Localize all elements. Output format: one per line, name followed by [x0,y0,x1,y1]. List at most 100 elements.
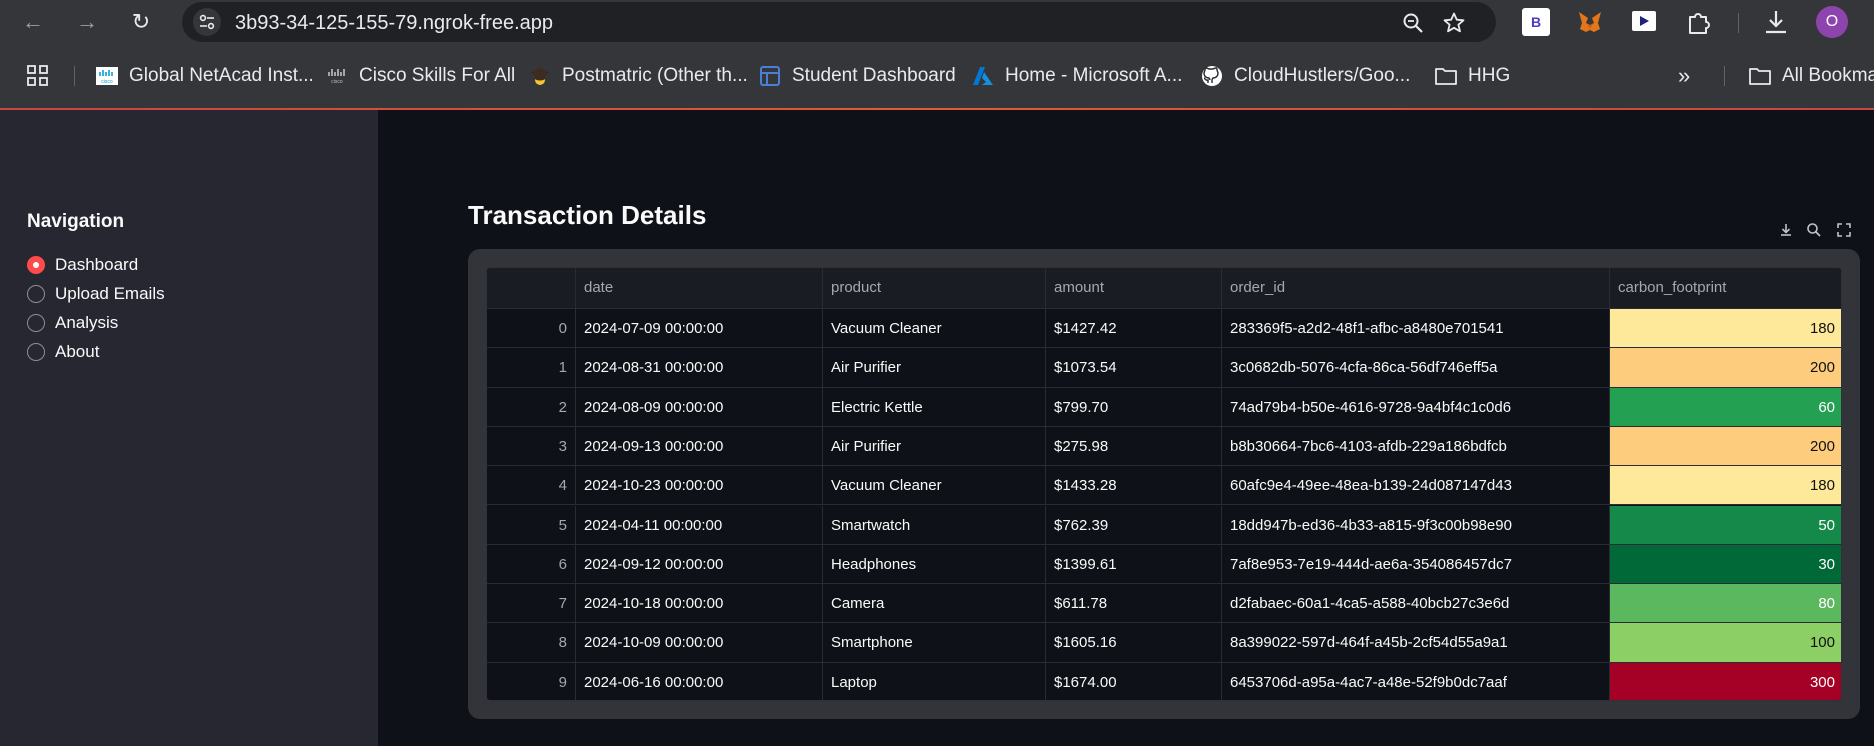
cell-date[interactable]: 2024-09-12 00:00:00 [576,544,823,584]
cell-carbon-footprint[interactable]: 80 [1610,584,1841,623]
zoom-icon[interactable] [1401,11,1425,35]
bookmarks-overflow-button[interactable]: » [1678,63,1690,88]
cell-date[interactable]: 2024-08-09 00:00:00 [576,387,823,426]
table-row[interactable]: 7 2024-10-18 00:00:00 Camera $611.78 d2fabae… [487,584,1841,624]
cell-product[interactable]: Headphones [823,544,1046,584]
cell-order-id[interactable]: 8a399022-597d-464f-a45b-2cf54d55a9a1 [1222,623,1610,662]
cell-product[interactable]: Electric Kettle [823,387,1046,426]
download-icon[interactable] [1762,8,1790,36]
bookmark-item[interactable]: Home - Microsoft A... [971,64,1182,88]
cell-product[interactable]: Camera [823,584,1046,623]
column-header-carbon-footprint[interactable]: carbon_footprint [1610,268,1841,308]
bookmark-item[interactable]: Postmatric (Other th... [528,64,748,88]
column-header-order-id[interactable]: order_id [1222,268,1610,308]
search-table-icon[interactable] [1804,220,1824,240]
cell-product[interactable]: Smartphone [823,623,1046,662]
all-bookmarks-button[interactable]: All Bookmarks [1748,64,1874,88]
cell-order-id[interactable]: 18dd947b-ed36-4b33-a815-9f3c00b98e90 [1222,505,1610,544]
table-row[interactable]: 8 2024-10-09 00:00:00 Smartphone $1605.16 8a… [487,623,1841,663]
cell-carbon-footprint[interactable]: 300 [1610,662,1841,700]
apps-grid-icon[interactable] [26,64,50,88]
radio-unselected-icon[interactable] [27,285,45,303]
cell-date[interactable]: 2024-10-18 00:00:00 [576,584,823,623]
cell-order-id[interactable]: 3c0682db-5076-4cfa-86ca-56df746eff5a [1222,348,1610,387]
cell-index[interactable]: 1 [487,348,576,387]
column-header-date[interactable]: date [576,268,823,308]
cell-date[interactable]: 2024-09-13 00:00:00 [576,426,823,466]
cell-index[interactable]: 5 [487,505,576,544]
cell-order-id[interactable]: 283369f5-a2d2-48f1-afbc-a8480e701541 [1222,309,1610,348]
table-row[interactable]: 3 2024-09-13 00:00:00 Air Purifier $275.98 b… [487,426,1841,467]
table-row[interactable]: 1 2024-08-31 00:00:00 Air Purifier $1073.54… [487,348,1841,388]
table-row[interactable]: 2 2024-08-09 00:00:00 Electric Kettle $799.… [487,387,1841,427]
column-header-product[interactable]: product [823,268,1046,308]
nav-radio-analysis[interactable]: Analysis [27,310,118,336]
transactions-table[interactable]: date product amount order_id carbon_foot… [486,267,1842,701]
back-button[interactable]: ← [18,7,48,37]
cell-order-id[interactable]: d2fabaec-60a1-4ca5-a588-40bcb27c3e6d [1222,584,1610,623]
download-table-icon[interactable] [1776,220,1796,240]
cell-order-id[interactable]: 7af8e953-7e19-444d-ae6a-354086457dc7 [1222,544,1610,584]
cell-index[interactable]: 9 [487,662,576,700]
column-header-amount[interactable]: amount [1046,268,1222,308]
radio-unselected-icon[interactable] [27,314,45,332]
cell-amount[interactable]: $1674.00 [1046,662,1222,700]
cell-carbon-footprint[interactable]: 100 [1610,623,1841,662]
bookmark-item[interactable]: Student Dashboard [758,64,956,88]
cell-amount[interactable]: $1399.61 [1046,544,1222,584]
cell-amount[interactable]: $1073.54 [1046,348,1222,387]
extensions-puzzle-icon[interactable] [1685,8,1713,36]
bookmark-item[interactable]: HHG [1434,64,1510,88]
fullscreen-icon[interactable] [1834,220,1854,240]
cell-carbon-footprint[interactable]: 180 [1610,309,1841,348]
cell-date[interactable]: 2024-04-11 00:00:00 [576,505,823,544]
metamask-icon[interactable] [1576,8,1604,36]
cell-amount[interactable]: $1433.28 [1046,466,1222,505]
cell-amount[interactable]: $611.78 [1046,584,1222,623]
cell-date[interactable]: 2024-07-09 00:00:00 [576,309,823,348]
cell-carbon-footprint[interactable]: 180 [1610,466,1841,505]
radio-unselected-icon[interactable] [27,343,45,361]
cell-carbon-footprint[interactable]: 60 [1610,387,1841,426]
cell-date[interactable]: 2024-10-23 00:00:00 [576,466,823,505]
bookmark-item[interactable]: cisco Cisco Skills For All [325,64,515,88]
cell-index[interactable]: 2 [487,387,576,426]
column-header-index[interactable] [487,268,576,308]
cell-amount[interactable]: $762.39 [1046,505,1222,544]
extension-b-icon[interactable]: B [1522,8,1550,36]
cell-amount[interactable]: $275.98 [1046,426,1222,466]
cell-index[interactable]: 6 [487,544,576,584]
cell-order-id[interactable]: b8b30664-7bc6-4103-afdb-229a186bdfcb [1222,426,1610,466]
cell-date[interactable]: 2024-06-16 00:00:00 [576,662,823,700]
reload-button[interactable]: ↻ [126,7,156,37]
cell-index[interactable]: 3 [487,426,576,466]
cell-amount[interactable]: $1605.16 [1046,623,1222,662]
cell-order-id[interactable]: 6453706d-a95a-4ac7-a48e-52f9b0dc7aaf [1222,662,1610,700]
cell-amount[interactable]: $1427.42 [1046,309,1222,348]
cell-product[interactable]: Vacuum Cleaner [823,466,1046,505]
table-row[interactable]: 9 2024-06-16 00:00:00 Laptop $1674.00 645370… [487,662,1841,700]
cell-carbon-footprint[interactable]: 200 [1610,426,1841,466]
cell-index[interactable]: 8 [487,623,576,662]
table-row[interactable]: 6 2024-09-12 00:00:00 Headphones $1399.61 7a… [487,544,1841,585]
nav-radio-dashboard[interactable]: Dashboard [27,252,138,278]
site-info-icon[interactable] [193,8,221,36]
table-row[interactable]: 5 2024-04-11 00:00:00 Smartwatch $762.39 18d… [487,505,1841,545]
cell-product[interactable]: Laptop [823,662,1046,700]
cell-carbon-footprint[interactable]: 50 [1610,505,1841,544]
cell-amount[interactable]: $799.70 [1046,387,1222,426]
cell-index[interactable]: 0 [487,309,576,348]
cell-order-id[interactable]: 60afc9e4-49ee-48ea-b139-24d087147d43 [1222,466,1610,505]
address-bar[interactable]: 3b93-34-125-155-79.ngrok-free.app [182,2,1496,42]
forward-button[interactable]: → [72,7,102,37]
media-extension-icon[interactable] [1630,8,1658,36]
bookmark-item[interactable]: cisco Global NetAcad Inst... [95,64,314,88]
cell-product[interactable]: Air Purifier [823,426,1046,466]
cell-carbon-footprint[interactable]: 200 [1610,348,1841,387]
cell-date[interactable]: 2024-10-09 00:00:00 [576,623,823,662]
bookmark-item[interactable]: CloudHustlers/Goo... [1200,64,1410,88]
cell-index[interactable]: 7 [487,584,576,623]
table-row[interactable]: 4 2024-10-23 00:00:00 Vacuum Cleaner $1433.… [487,466,1841,506]
cell-carbon-footprint[interactable]: 30 [1610,544,1841,584]
table-row[interactable]: 0 2024-07-09 00:00:00 Vacuum Cleaner $1427.… [487,309,1841,349]
